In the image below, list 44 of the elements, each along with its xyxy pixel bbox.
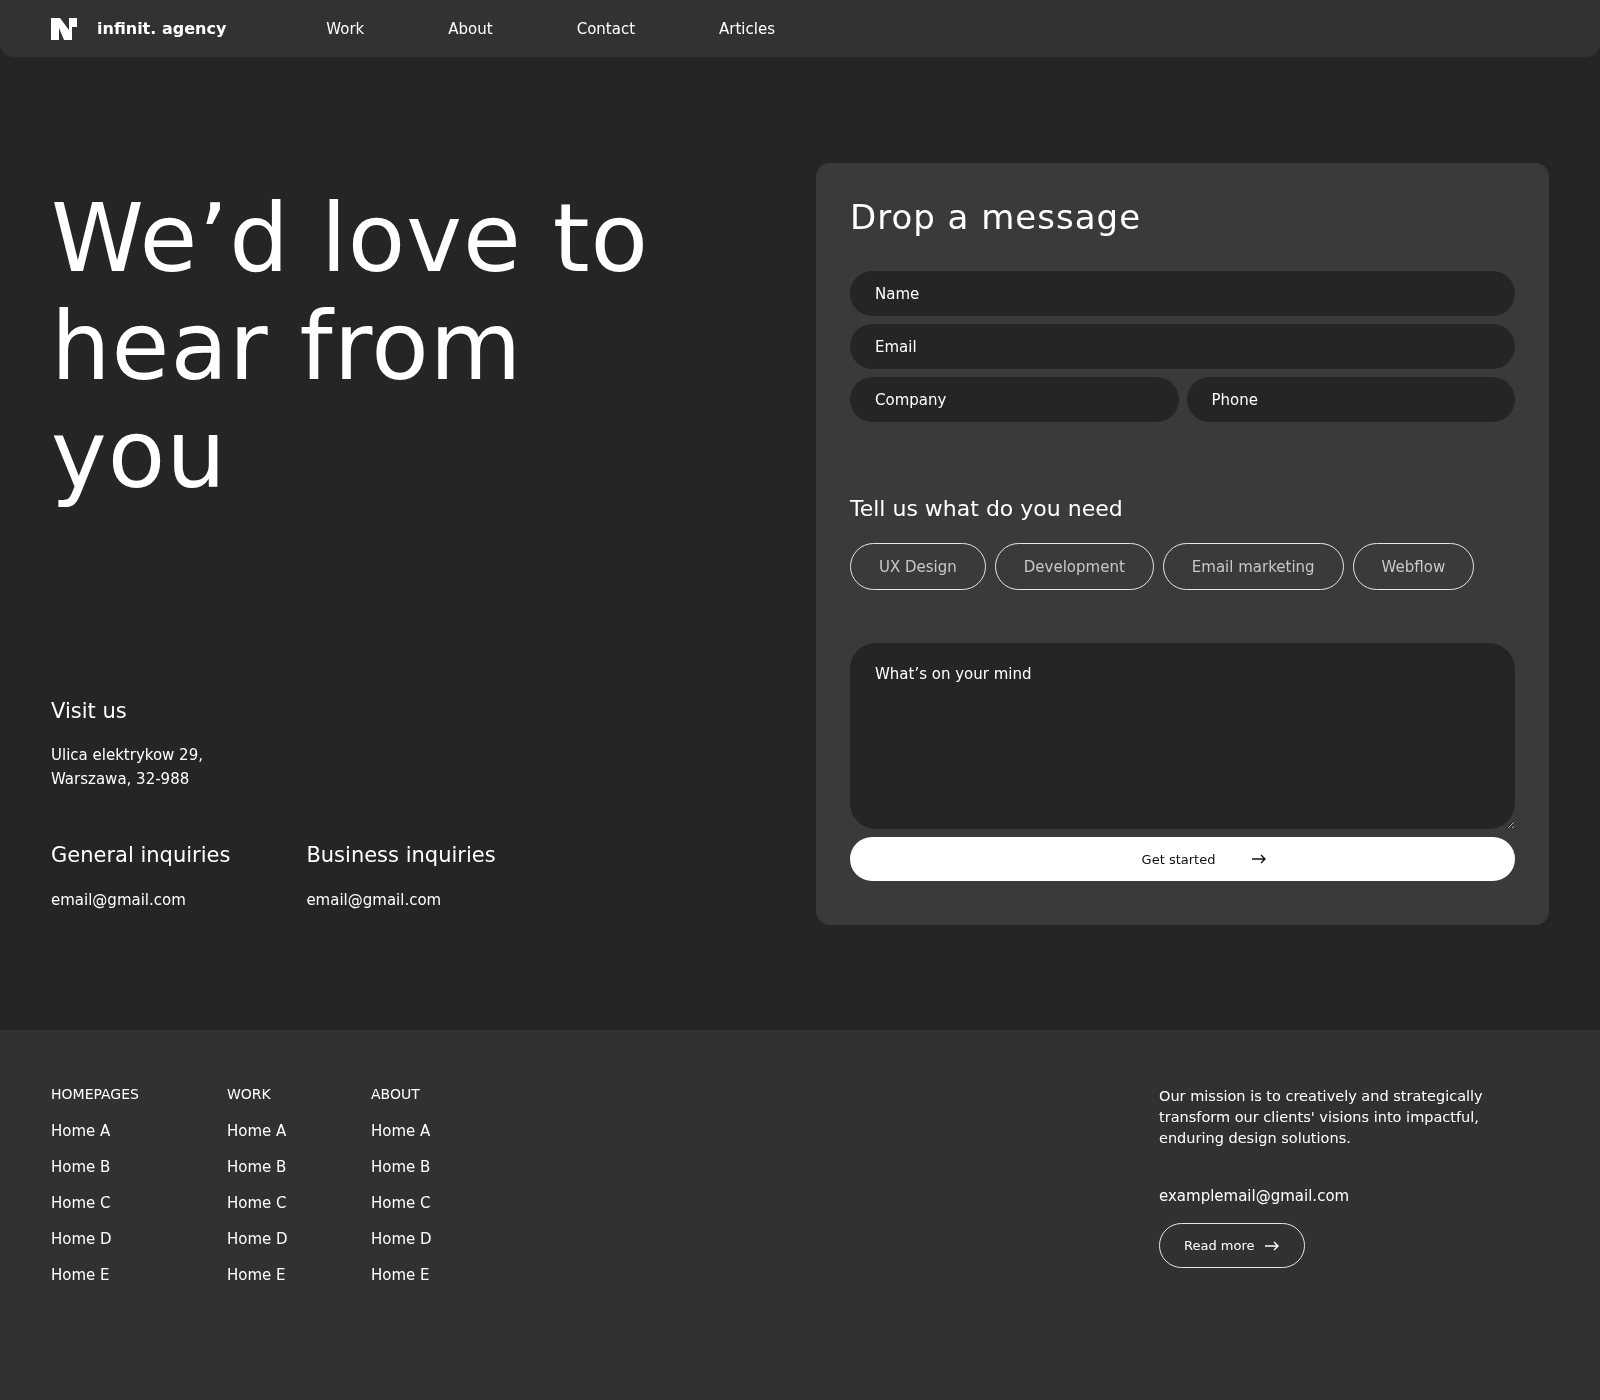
input-field[interactable]: Name	[850, 271, 1515, 316]
logo-icon[interactable]	[51, 17, 77, 40]
input-field[interactable]: Company	[850, 377, 1179, 422]
address-line: Warszawa, 32-988	[51, 769, 191, 790]
footer-link[interactable]: Home E	[51, 1266, 227, 1284]
inquiry-email: email@gmail.com	[306, 891, 443, 909]
footer-link[interactable]: Home C	[51, 1194, 227, 1212]
nav-link[interactable]: Contact	[576, 19, 635, 38]
arrow-right-icon	[1251, 854, 1268, 864]
footer-email: examplemail@gmail.com	[1159, 1187, 1350, 1205]
nav-link[interactable]: About	[448, 19, 493, 38]
inquiry-title: General inquiries	[51, 843, 231, 867]
footer-link[interactable]: Home B	[371, 1158, 511, 1176]
mission-text: Our mission is to creatively and strategically transform our clients' visions into impactful, enduring design solutions.	[1159, 1087, 1484, 1148]
inquiry-email: email@gmail.com	[51, 891, 187, 909]
nav-link[interactable]: Articles	[719, 19, 775, 38]
footer-link[interactable]: Home A	[51, 1122, 227, 1140]
footer-link[interactable]: Home C	[371, 1194, 511, 1212]
footer-link[interactable]: Home D	[371, 1230, 511, 1248]
footer-link[interactable]: Home D	[227, 1230, 371, 1248]
nav-link[interactable]: Work	[326, 19, 365, 38]
footer-link[interactable]: Home C	[227, 1194, 371, 1212]
footer-heading: ABOUT	[371, 1086, 421, 1102]
footer-link[interactable]: Home A	[371, 1122, 511, 1140]
inquiry-title: Business inquiries	[306, 843, 496, 867]
hero-headline: We’d love to hear from you	[51, 185, 651, 509]
message-field[interactable]: What’s on your mind	[850, 643, 1515, 829]
brand-name[interactable]: infinit. agency	[97, 19, 227, 38]
footer-link[interactable]: Home E	[371, 1266, 511, 1284]
footer-heading: WORK	[227, 1086, 272, 1102]
footer-link[interactable]: Home A	[227, 1122, 371, 1140]
arrow-right-icon	[1264, 1240, 1281, 1251]
address-line: Ulica elektrykow 29,	[51, 745, 204, 766]
form-title: Drop a message	[850, 197, 1143, 237]
footer-link[interactable]: Home B	[227, 1158, 371, 1176]
footer-link[interactable]: Home E	[227, 1266, 371, 1284]
input-field[interactable]: Phone	[1186, 377, 1515, 422]
visit-title: Visit us	[51, 699, 128, 723]
footer-link[interactable]: Home B	[51, 1158, 227, 1176]
input-field[interactable]: Email	[850, 324, 1515, 369]
footer-heading: HOMEPAGES	[51, 1086, 140, 1102]
footer-link[interactable]: Home D	[51, 1230, 227, 1248]
needs-title: Tell us what do you need	[850, 496, 1124, 521]
get-started-button[interactable]: Get started	[850, 837, 1515, 881]
